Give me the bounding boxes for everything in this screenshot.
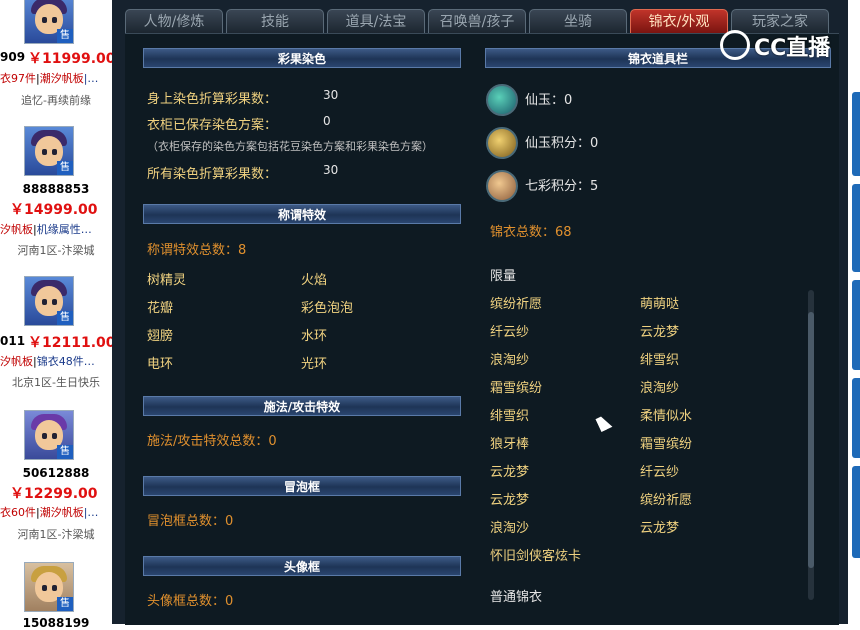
listing-id: 011: [0, 334, 26, 348]
section-header-cast-effects: 施法/攻击特效: [143, 396, 461, 416]
sell-badge: 售: [57, 161, 73, 175]
title-effect-item[interactable]: 电环: [147, 353, 173, 372]
jade-icon: [486, 84, 518, 116]
listing-server: 北京1区-生日快乐: [12, 376, 100, 389]
avatar-frame-count: 头像框总数：0: [147, 594, 234, 609]
dye-total-label: 所有染色折算彩果数：: [147, 167, 278, 182]
limited-outfit-item[interactable]: 霜雪缤纷: [490, 377, 542, 396]
limited-outfit-item[interactable]: 霜雪缤纷: [640, 433, 692, 452]
listing-id: 909: [0, 50, 26, 64]
listing-price: ￥14999.00: [10, 202, 98, 218]
game-window: 人物/修炼 技能 道具/法宝 召唤兽/孩子 坐骑 锦衣/外观 玩家之家 彩果染色…: [112, 0, 848, 625]
dye-total-value: 30: [323, 163, 339, 177]
jade-points-label: 仙玉积分：0: [525, 136, 599, 151]
limited-outfit-item[interactable]: 绯雪织: [490, 405, 529, 424]
dye-note: （衣柜保存的染色方案包括花豆染色方案和彩果染色方案）: [147, 140, 433, 153]
limited-outfit-item[interactable]: 绯雪织: [640, 349, 679, 368]
limited-outfit-item[interactable]: 云龙梦: [640, 321, 679, 340]
limited-outfit-item[interactable]: 纤云纱: [490, 321, 529, 340]
title-effect-item[interactable]: 彩色泡泡: [301, 297, 353, 316]
listing-column: 售 909 ￥11999.00 衣97件|潮汐帆板|… 追忆-再续前缘 售 88…: [0, 0, 116, 630]
dye-body-value: 30: [323, 88, 339, 102]
listing-id: 88888853: [22, 182, 90, 196]
title-effect-item[interactable]: 树精灵: [147, 269, 186, 288]
side-tab-button[interactable]: [852, 378, 860, 458]
section-header-dye: 彩果染色: [143, 48, 461, 68]
listing-server: 追忆-再续前缘: [21, 94, 91, 107]
scroll-thumb[interactable]: [808, 312, 814, 568]
limited-outfit-item[interactable]: 狼牙棒: [490, 433, 529, 452]
listing-tags: 汐帆板|锦衣48件…: [0, 355, 95, 368]
title-effect-item[interactable]: 翅膀: [147, 325, 173, 344]
outfit-panel: 彩果染色 身上染色折算彩果数： 30 衣柜已保存染色方案： 0 （衣柜保存的染色…: [125, 33, 839, 625]
listing-server: 河南1区-汴梁城: [17, 244, 95, 257]
avatar[interactable]: 售: [24, 126, 74, 176]
listing-server: 河南1区-汴梁城: [17, 528, 95, 541]
wardrobe-dye-label: 衣柜已保存染色方案：: [147, 118, 278, 133]
section-header-bubble: 冒泡框: [143, 476, 461, 496]
jade-label: 仙玉：0: [525, 93, 573, 108]
limited-outfit-item[interactable]: 浪淘沙: [490, 517, 529, 536]
limited-outfit-item[interactable]: 浪淘纱: [490, 349, 529, 368]
listing-price: ￥11999.00: [28, 51, 116, 67]
avatar[interactable]: 售: [24, 410, 74, 460]
tab-character[interactable]: 人物/修炼: [125, 9, 223, 33]
dye-body-label: 身上染色折算彩果数：: [147, 92, 278, 107]
side-tab-button[interactable]: [852, 184, 860, 272]
rainbow-points-label: 七彩积分：5: [525, 179, 599, 194]
sell-badge: 售: [57, 311, 73, 325]
cast-effects-count: 施法/攻击特效总数：0: [147, 434, 277, 449]
tab-items[interactable]: 道具/法宝: [327, 9, 425, 33]
listing-price: ￥12111.00: [28, 335, 116, 351]
limited-outfit-item[interactable]: 缤纷祈愿: [490, 293, 542, 312]
limited-title: 限量: [490, 269, 517, 284]
title-effects-count: 称谓特效总数：8: [147, 243, 247, 258]
right-side-strip: [848, 0, 860, 624]
tab-outfits[interactable]: 锦衣/外观: [630, 9, 728, 33]
title-effect-item[interactable]: 火焰: [301, 269, 327, 288]
listing-tags: 汐帆板|机缘属性…: [0, 223, 92, 236]
limited-outfit-item[interactable]: 缤纷祈愿: [640, 489, 692, 508]
sell-badge: 售: [57, 29, 73, 43]
outfit-list-scrollbar[interactable]: [808, 290, 814, 600]
avatar[interactable]: 售: [24, 562, 74, 612]
limited-outfit-item[interactable]: 浪淘纱: [640, 377, 679, 396]
sell-badge: 售: [57, 445, 73, 459]
tab-mounts[interactable]: 坐骑: [529, 9, 627, 33]
side-tab-button[interactable]: [852, 466, 860, 558]
listing-id: 15088199: [22, 616, 90, 630]
outfit-total: 锦衣总数：68: [490, 225, 572, 240]
sell-badge: 售: [57, 597, 73, 611]
section-header-avatar-frame: 头像框: [143, 556, 461, 576]
section-header-title-effects: 称谓特效: [143, 204, 461, 224]
limited-outfit-item[interactable]: 纤云纱: [640, 461, 679, 480]
listing-tags: 衣97件|潮汐帆板|…: [0, 72, 99, 85]
side-tab-button[interactable]: [852, 92, 860, 176]
limited-outfit-item[interactable]: 云龙梦: [640, 517, 679, 536]
listing-id: 50612888: [22, 466, 90, 480]
title-effect-item[interactable]: 花瓣: [147, 297, 173, 316]
jade-points-icon: [486, 127, 518, 159]
rainbow-points-icon: [486, 170, 518, 202]
cc-logo-icon: [720, 30, 750, 60]
limited-outfit-item[interactable]: 云龙梦: [490, 461, 529, 480]
limited-outfit-item[interactable]: 柔情似水: [640, 405, 692, 424]
wardrobe-dye-value: 0: [323, 114, 331, 128]
listing-tags: 衣60件|潮汐帆板|…: [0, 506, 99, 519]
limited-outfit-item[interactable]: 萌萌哒: [640, 293, 679, 312]
listing-price: ￥12299.00: [10, 486, 98, 502]
bubble-count: 冒泡框总数：0: [147, 514, 234, 529]
limited-outfit-item[interactable]: 云龙梦: [490, 489, 529, 508]
tab-skills[interactable]: 技能: [226, 9, 324, 33]
normal-outfit-title: 普通锦衣: [490, 590, 543, 605]
tab-pets[interactable]: 召唤兽/孩子: [428, 9, 526, 33]
avatar[interactable]: 售: [24, 0, 74, 44]
avatar[interactable]: 售: [24, 276, 74, 326]
side-tab-button[interactable]: [852, 280, 860, 370]
limited-outfit-item[interactable]: 怀旧剑侠客炫卡: [490, 545, 581, 564]
title-effect-item[interactable]: 光环: [301, 353, 327, 372]
title-effect-item[interactable]: 水环: [301, 325, 327, 344]
